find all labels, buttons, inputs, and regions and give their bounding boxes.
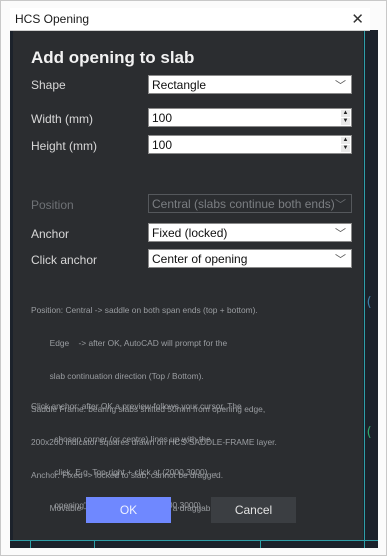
- spinner-arrows-icon[interactable]: ▲ ▼: [341, 110, 350, 125]
- help-line: chosen corner (or centre) lines up with …: [31, 434, 211, 444]
- height-value: 100: [152, 138, 173, 152]
- opening-dialog: Add opening to slab Shape Rectangle ﹀ Wi…: [13, 31, 363, 540]
- shape-select-value: Rectangle: [152, 78, 207, 92]
- help-line: Position: Central -> saddle on both span…: [31, 305, 258, 315]
- shape-label: Shape: [31, 78, 66, 92]
- click-anchor-label: Click anchor: [31, 253, 98, 267]
- close-icon[interactable]: ✕: [351, 10, 364, 28]
- position-select: Central (slabs continue both ends) ﹀: [148, 194, 352, 213]
- chevron-down-icon: ﹀: [335, 80, 346, 92]
- shape-select[interactable]: Rectangle ﹀: [148, 75, 352, 94]
- height-label: Height (mm): [31, 139, 98, 153]
- title-bar: HCS Opening ✕: [10, 8, 370, 31]
- chevron-down-icon: ﹀: [335, 228, 346, 240]
- window-title: HCS Opening: [15, 12, 90, 26]
- help-line: Click anchor: after OK a preview follows…: [31, 401, 242, 411]
- anchor-select[interactable]: Fixed (locked) ﹀: [148, 223, 352, 242]
- chevron-down-icon: ﹀: [335, 254, 346, 266]
- help-line: Edge -> after OK, AutoCAD will prompt fo…: [31, 338, 228, 348]
- cancel-button[interactable]: Cancel: [211, 497, 296, 523]
- help-line: click. E.g. Top-right + click at (2000,3…: [31, 467, 219, 477]
- spinner-arrows-icon[interactable]: ▲ ▼: [341, 137, 350, 152]
- ok-button[interactable]: OK: [86, 497, 171, 523]
- width-label: Width (mm): [31, 112, 93, 126]
- click-anchor-select[interactable]: Center of opening ﹀: [148, 249, 352, 268]
- anchor-select-value: Fixed (locked): [152, 226, 228, 240]
- click-anchor-select-value: Center of opening: [152, 252, 248, 266]
- chevron-down-icon: ﹀: [335, 199, 346, 211]
- height-spinbox[interactable]: 100 ▲ ▼: [148, 135, 352, 154]
- position-select-value: Central (slabs continue both ends): [152, 197, 335, 211]
- dialog-heading: Add opening to slab: [31, 48, 195, 67]
- width-spinbox[interactable]: 100 ▲ ▼: [148, 108, 352, 127]
- width-value: 100: [152, 111, 173, 125]
- position-label: Position: [31, 198, 74, 212]
- anchor-label: Anchor: [31, 227, 70, 241]
